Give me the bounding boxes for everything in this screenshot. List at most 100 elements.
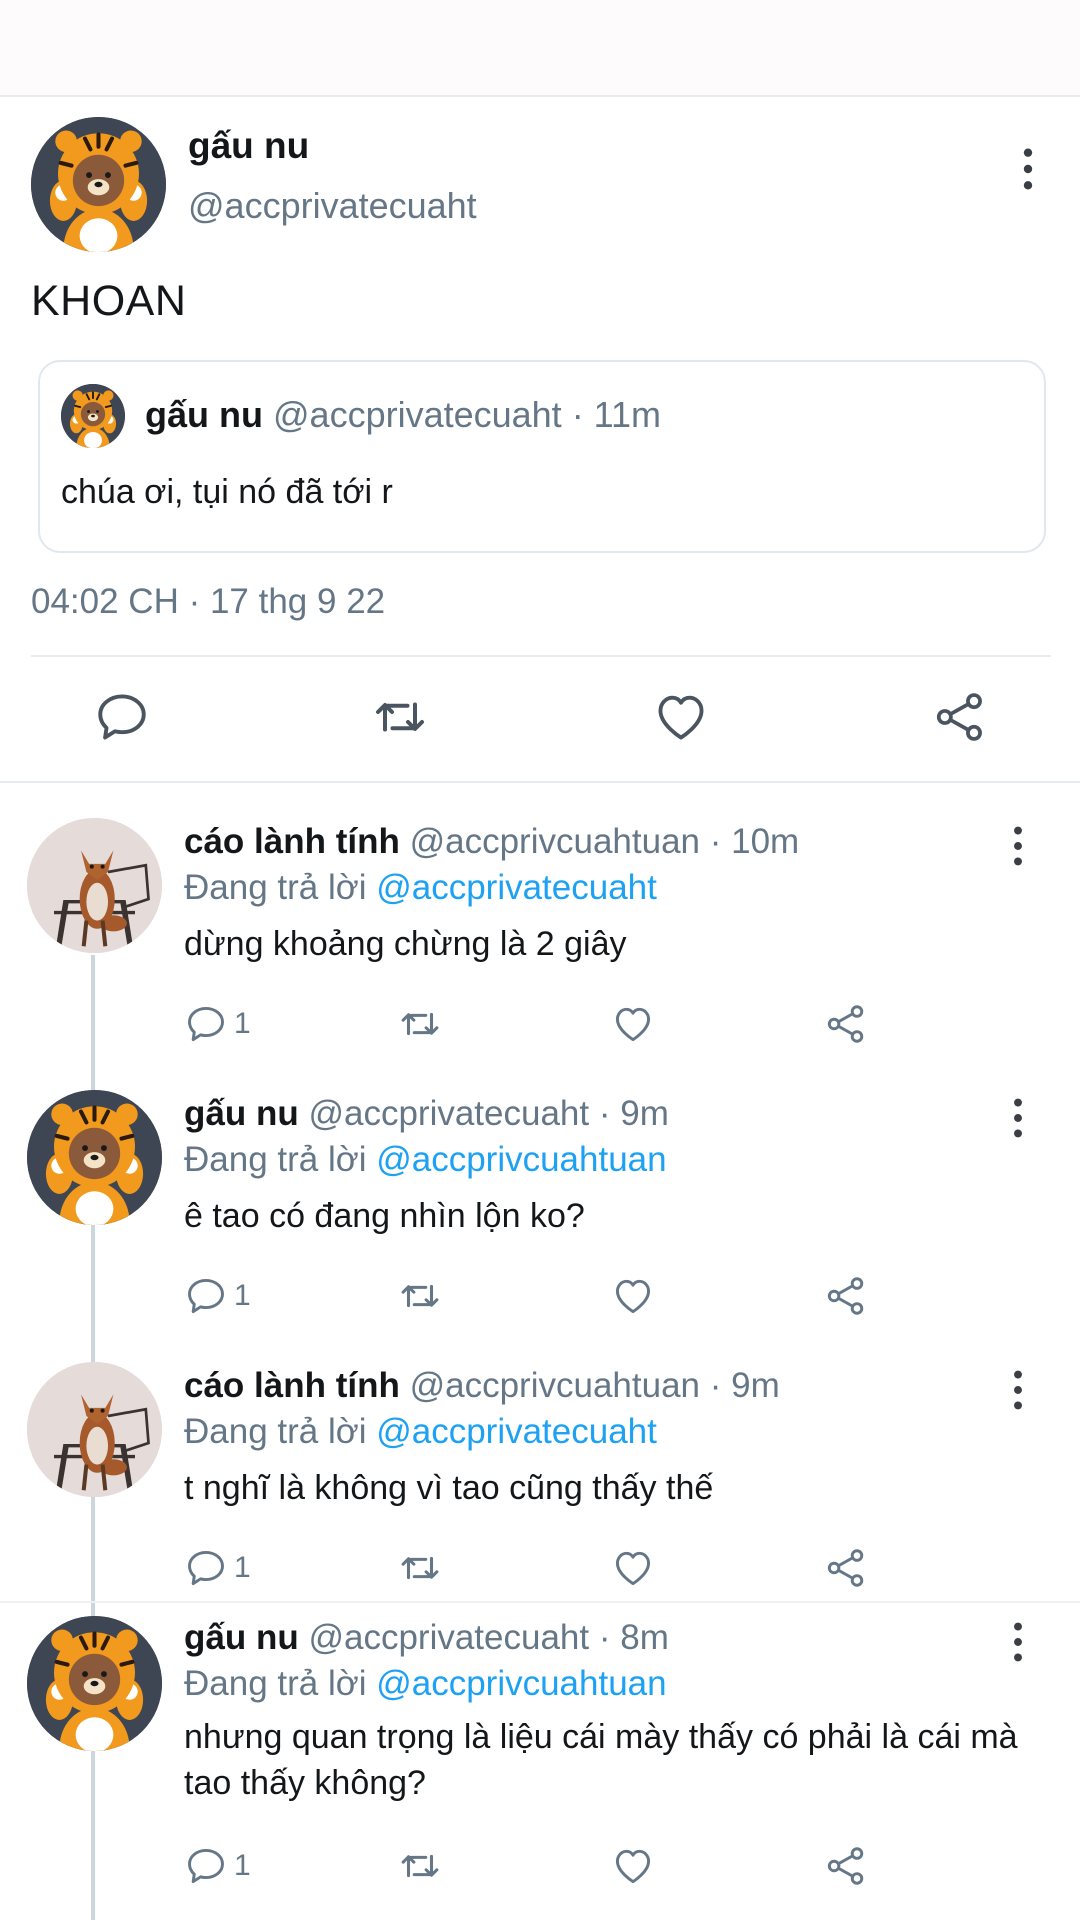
more-options-icon[interactable] (1000, 1096, 1036, 1146)
tweet-actions (0, 659, 1080, 779)
author-name[interactable]: gấu nu (188, 125, 309, 167)
retweet-button[interactable] (397, 994, 443, 1054)
retweet-icon (370, 686, 430, 748)
quoted-tweet[interactable]: gấu nu @accprivatecuaht · 11m chúa ơi, t… (38, 360, 1046, 553)
fox-avatar-icon (27, 1362, 162, 1497)
section-divider (0, 781, 1080, 783)
share-icon (824, 1274, 868, 1318)
replying-to-link[interactable]: @accprivatecuaht (376, 1412, 657, 1451)
avatar[interactable] (31, 117, 166, 252)
share-icon (824, 1844, 868, 1888)
avatar[interactable] (27, 1362, 162, 1497)
reply-header: gấu nu @accprivatecuaht · 9m (184, 1094, 669, 1134)
replying-to-label: Đang trả lời (184, 868, 367, 907)
reply-icon (184, 1274, 228, 1318)
fox-avatar-icon (27, 818, 162, 953)
replying-to: Đang trả lời @accprivatecuaht (184, 868, 657, 908)
reply-text: dừng khoảng chừng là 2 giây (184, 925, 627, 963)
reply-count: 1 (234, 1279, 251, 1312)
like-button[interactable] (611, 1538, 655, 1598)
reply-count: 1 (234, 1007, 251, 1040)
retweet-button[interactable] (397, 1266, 443, 1326)
reply-header: cáo lành tính @accprivcuahtuan · 9m (184, 1366, 780, 1406)
quoted-header: gấu nu @accprivatecuaht · 11m (145, 394, 661, 436)
author-handle[interactable]: @accprivatecuaht (188, 185, 477, 227)
reply-header: cáo lành tính @accprivcuahtuan · 10m (184, 822, 799, 862)
more-options-icon[interactable] (1010, 139, 1046, 199)
share-button[interactable] (824, 1836, 868, 1896)
reply-button[interactable]: 1 (184, 1266, 251, 1326)
replying-to: Đang trả lời @accprivatecuaht (184, 1412, 657, 1452)
divider (0, 1601, 1080, 1603)
retweet-icon (397, 1545, 443, 1591)
divider (31, 655, 1051, 657)
tweet-timestamp[interactable]: 04:02 CH · 17 thg 9 22 (31, 582, 385, 622)
tiger-avatar-icon (61, 384, 125, 448)
avatar[interactable] (27, 1616, 162, 1751)
reply-text: t nghĩ là không vì tao cũng thấy thế (184, 1469, 714, 1507)
reply-icon (93, 688, 151, 746)
more-options-icon[interactable] (1000, 1368, 1036, 1418)
replying-to-label: Đang trả lời (184, 1412, 367, 1451)
reply-button[interactable]: 1 (184, 1836, 251, 1896)
avatar (61, 384, 125, 448)
share-icon (824, 1002, 868, 1046)
tiger-avatar-icon (31, 117, 166, 252)
reply-button[interactable]: 1 (184, 994, 251, 1054)
share-button[interactable] (824, 994, 868, 1054)
heart-icon (611, 1844, 655, 1888)
heart-icon (652, 688, 710, 746)
retweet-button[interactable] (397, 1836, 443, 1896)
replying-to: Đang trả lời @accprivcuahtuan (184, 1140, 667, 1180)
share-icon (824, 1546, 868, 1590)
handle-time: @accprivatecuaht · 8m (308, 1618, 669, 1657)
replying-to-label: Đang trả lời (184, 1140, 367, 1179)
reply-icon (184, 1844, 228, 1888)
heart-icon (611, 1002, 655, 1046)
share-button[interactable] (930, 687, 990, 747)
retweet-button[interactable] (397, 1538, 443, 1598)
replying-to: Đang trả lời @accprivcuahtuan (184, 1664, 667, 1704)
share-button[interactable] (824, 1538, 868, 1598)
replying-to-link[interactable]: @accprivcuahtuan (376, 1664, 666, 1703)
author-name[interactable]: gấu nu (184, 1618, 299, 1657)
reply-text: ê tao có đang nhìn lộn ko? (184, 1197, 585, 1235)
quoted-author-name: gấu nu (145, 394, 263, 435)
retweet-button[interactable] (370, 687, 430, 747)
author-name[interactable]: cáo lành tính (184, 822, 400, 861)
share-icon (932, 689, 988, 745)
handle-time: @accprivcuahtuan · 10m (409, 822, 800, 861)
like-button[interactable] (611, 1836, 655, 1896)
like-button[interactable] (611, 994, 655, 1054)
handle-time: @accprivcuahtuan · 9m (409, 1366, 780, 1405)
top-bar (0, 0, 1080, 97)
like-button[interactable] (611, 1266, 655, 1326)
more-options-icon[interactable] (1000, 1620, 1036, 1670)
reply-actions: 1 (0, 1266, 1080, 1326)
author-name[interactable]: cáo lành tính (184, 1366, 400, 1405)
quoted-handle-time: @accprivatecuaht · 11m (273, 394, 662, 435)
reply-actions: 1 (0, 1836, 1080, 1896)
replying-to-label: Đang trả lời (184, 1664, 367, 1703)
like-button[interactable] (651, 687, 711, 747)
replying-to-link[interactable]: @accprivcuahtuan (376, 1140, 666, 1179)
avatar[interactable] (27, 1090, 162, 1225)
retweet-icon (397, 1001, 443, 1047)
author-name[interactable]: gấu nu (184, 1094, 299, 1133)
reply-button[interactable]: 1 (184, 1538, 251, 1598)
heart-icon (611, 1546, 655, 1590)
more-options-icon[interactable] (1000, 824, 1036, 874)
reply-count: 1 (234, 1551, 251, 1584)
tweet-text: KHOAN (31, 277, 187, 325)
reply-text: nhưng quan trọng là liệu cái mày thấy có… (184, 1718, 1018, 1802)
reply-icon (184, 1002, 228, 1046)
replying-to-link[interactable]: @accprivatecuaht (376, 868, 657, 907)
retweet-icon (397, 1273, 443, 1319)
avatar[interactable] (27, 818, 162, 953)
reply-button[interactable] (92, 687, 152, 747)
quoted-text: chúa ơi, tụi nó đã tới r (61, 473, 393, 511)
tiger-avatar-icon (27, 1616, 162, 1751)
heart-icon (611, 1274, 655, 1318)
handle-time: @accprivatecuaht · 9m (308, 1094, 669, 1133)
share-button[interactable] (824, 1266, 868, 1326)
